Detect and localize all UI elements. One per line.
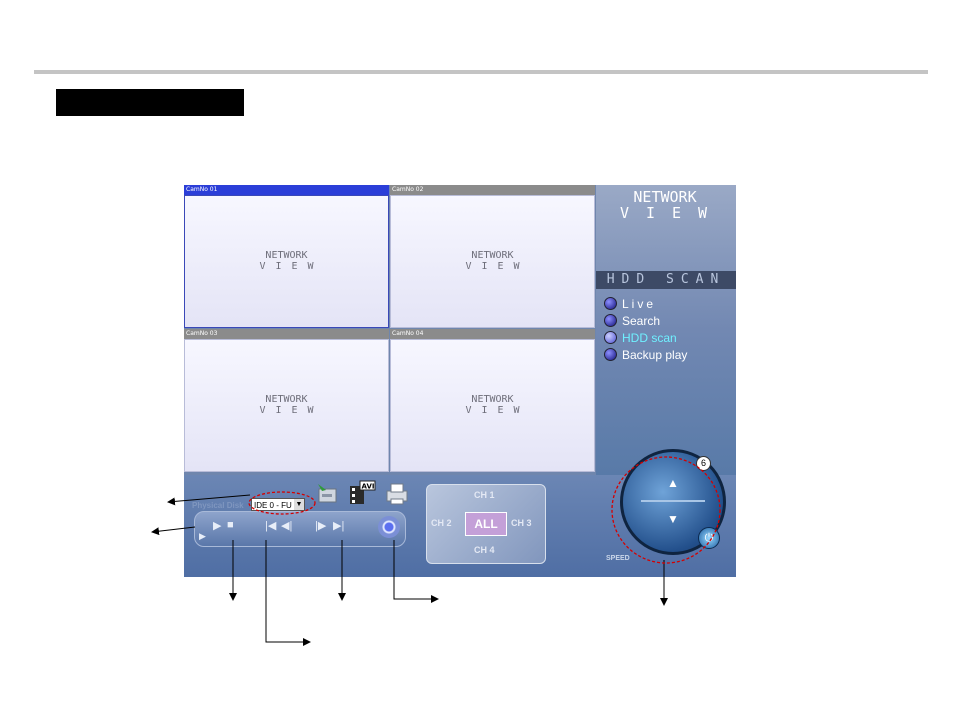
- avi-film-icon[interactable]: AVI: [348, 480, 376, 506]
- menu-item-live[interactable]: Live: [604, 295, 687, 312]
- brand-logo: NETWORK VIEW: [619, 188, 725, 222]
- speed-down-button[interactable]: ▼: [645, 504, 701, 534]
- camera-title: CamNo 01: [184, 185, 389, 195]
- camera-grid: CamNo 01 NETWORK VIEW CamNo 02 NETWORK V…: [184, 185, 596, 475]
- record-icon[interactable]: [378, 516, 400, 538]
- side-panel: NETWORK VIEW HDD SCAN Live Search HDD sc…: [596, 185, 736, 475]
- play-icon[interactable]: ▶: [213, 519, 221, 532]
- skip-last-icon[interactable]: ▶|: [333, 519, 344, 532]
- radio-icon: [604, 314, 617, 327]
- radio-icon: [604, 331, 617, 344]
- physical-disk-label: Physical Disk: [192, 501, 244, 510]
- slow-play-icon[interactable]: ▶: [199, 531, 206, 542]
- mode-banner: HDD SCAN: [596, 271, 736, 289]
- avi-label: AVI: [362, 483, 375, 491]
- step-forward-icon[interactable]: |▶: [315, 519, 326, 532]
- control-panel: Physical Disk IDE 0 - FU ▼ AVI ▶ ■ |◀ ◀|…: [184, 449, 736, 577]
- camera-view-1[interactable]: CamNo 01 NETWORK VIEW: [184, 185, 389, 328]
- camera-logo: NETWORK VIEW: [465, 394, 530, 416]
- camera-logo: NETWORK VIEW: [465, 250, 530, 272]
- camera-logo: NETWORK VIEW: [259, 394, 324, 416]
- camera-logo: NETWORK VIEW: [259, 250, 324, 272]
- radio-icon: [604, 297, 617, 310]
- speed-label: SPEED: [606, 555, 630, 562]
- camera-view-4[interactable]: CamNo 04 NETWORK VIEW: [390, 329, 595, 472]
- camera-title: CamNo 04: [390, 329, 595, 339]
- printer-icon[interactable]: [384, 480, 410, 506]
- camera-title: CamNo 03: [184, 329, 389, 339]
- dvr-app-window: CamNo 01 NETWORK VIEW CamNo 02 NETWORK V…: [184, 185, 736, 577]
- camera-view-2[interactable]: CamNo 02 NETWORK VIEW: [390, 185, 595, 328]
- speed-value-badge: 6: [696, 456, 711, 471]
- skip-first-icon[interactable]: |◀: [265, 519, 276, 532]
- channel-selector: CH 1 CH 2 CH 3 CH 4 ALL: [426, 484, 546, 564]
- stop-icon[interactable]: ■: [227, 519, 234, 531]
- step-back-icon[interactable]: ◀|: [281, 519, 292, 532]
- channel-3-button[interactable]: CH 3: [511, 518, 532, 528]
- menu-item-search[interactable]: Search: [604, 312, 687, 329]
- channel-2-button[interactable]: CH 2: [431, 518, 452, 528]
- mode-menu: Live Search HDD scan Backup play: [604, 295, 687, 363]
- menu-item-hdd-scan[interactable]: HDD scan: [604, 329, 687, 346]
- speed-up-button[interactable]: ▲: [645, 468, 701, 498]
- chevron-down-icon: ▼: [294, 499, 304, 510]
- channel-all-button[interactable]: ALL: [465, 512, 507, 536]
- camera-title: CamNo 02: [390, 185, 595, 195]
- camera-view-3[interactable]: CamNo 03 NETWORK VIEW: [184, 329, 389, 472]
- channel-4-button[interactable]: CH 4: [474, 545, 495, 555]
- power-button[interactable]: ⏻: [698, 527, 720, 549]
- playback-controls: ▶ ■ |◀ ◀| |▶ ▶| ▶: [194, 511, 406, 547]
- menu-item-backup-play[interactable]: Backup play: [604, 346, 687, 363]
- top-rule: [34, 70, 928, 74]
- title-bar-redacted: [56, 89, 244, 116]
- disk-export-icon[interactable]: [314, 480, 340, 506]
- radio-icon: [604, 348, 617, 361]
- physical-disk-select[interactable]: IDE 0 - FU ▼: [251, 498, 305, 511]
- channel-1-button[interactable]: CH 1: [474, 490, 495, 500]
